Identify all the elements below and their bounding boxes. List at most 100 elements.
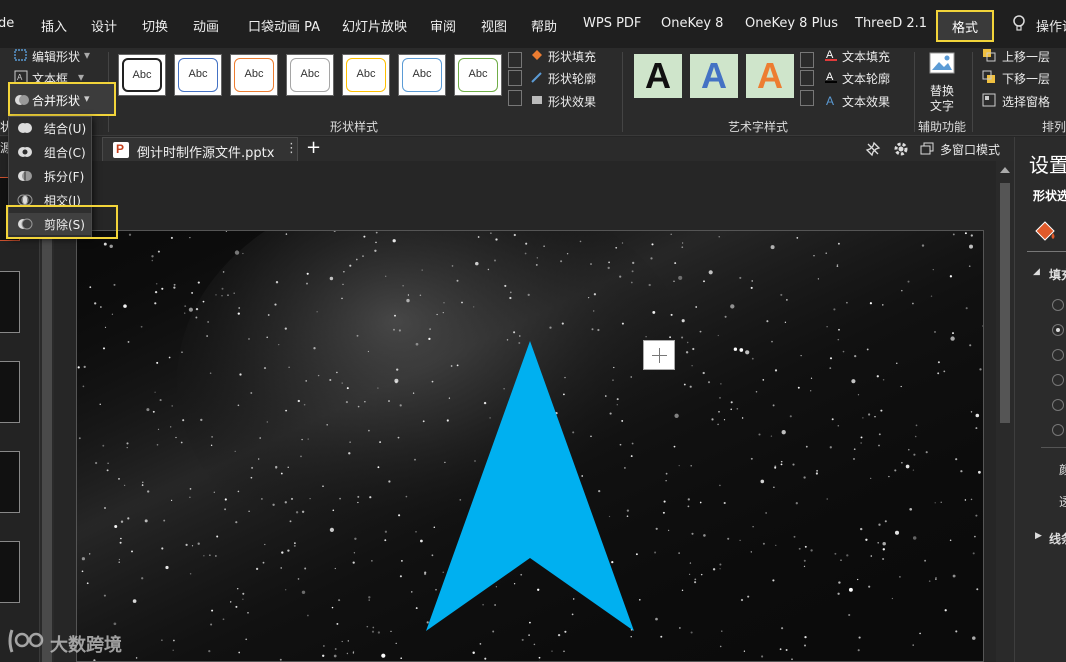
line-section-arrow[interactable]: ▶ xyxy=(1035,531,1042,541)
gallery-scroll-down[interactable] xyxy=(508,70,522,86)
pane-divider xyxy=(1027,251,1066,252)
wordart-style-blue[interactable]: A xyxy=(690,54,738,98)
line-section-header[interactable]: 线条 xyxy=(1049,530,1066,547)
tab-animations[interactable]: 动画 xyxy=(193,16,219,35)
tab-help[interactable]: 帮助 xyxy=(531,16,557,35)
arrow-shape[interactable] xyxy=(77,231,984,662)
slide-thumbnail[interactable] xyxy=(0,271,20,333)
fill-section-header[interactable]: 填充 xyxy=(1049,266,1066,283)
send-backward-button[interactable]: 下移一层 xyxy=(1002,70,1050,87)
slide-thumbnail[interactable] xyxy=(0,361,20,423)
slide-thumbnail[interactable] xyxy=(0,451,20,513)
tab-review[interactable]: 审阅 xyxy=(430,16,456,35)
gallery-expand[interactable] xyxy=(508,90,522,106)
fill-option-radio[interactable] xyxy=(1052,399,1064,411)
bring-forward-button[interactable]: 上移一层 xyxy=(1002,48,1050,65)
shape-style-thumb[interactable]: Abc xyxy=(230,54,278,96)
edit-shape-button[interactable]: 编辑形状 xyxy=(32,48,80,65)
fill-option-radio[interactable] xyxy=(1052,424,1064,436)
shape-style-thumb[interactable]: Abc xyxy=(118,54,166,96)
shape-effects-icon xyxy=(532,96,542,104)
text-outline-button[interactable]: 文本轮廓 xyxy=(842,70,890,87)
document-tab-bar: 倒计时制作源文件.pptx ⋮ + 多窗口模式 xyxy=(92,137,1014,161)
wordart-group-label: 艺术字样式 xyxy=(728,120,789,134)
edit-shape-dropdown-arrow[interactable]: ▾ xyxy=(84,48,90,62)
fill-option-radio[interactable] xyxy=(1052,374,1064,386)
shape-effects-button[interactable]: 形状效果 xyxy=(548,93,596,110)
tab-wps-pdf[interactable]: WPS PDF xyxy=(583,16,641,31)
shape-style-thumb[interactable]: Abc xyxy=(342,54,390,96)
color-label: 颜 xyxy=(1059,463,1066,477)
tab-more-icon[interactable]: ⋮ xyxy=(285,141,298,156)
crosshair-cursor-icon xyxy=(643,340,675,370)
text-outline-icon: A xyxy=(825,71,837,83)
multi-window-mode-button[interactable]: 多窗口模式 xyxy=(940,141,1000,158)
fill-option-radio[interactable] xyxy=(1052,349,1064,361)
tab-transitions[interactable]: 切换 xyxy=(142,16,168,35)
document-tab-title: 倒计时制作源文件.pptx xyxy=(137,146,275,161)
slide-canvas[interactable] xyxy=(76,230,984,662)
ribbon: 编辑形状 ▾ A 文本框 ▾ 状 Abc Abc Abc Abc Abc Abc… xyxy=(0,48,1066,136)
menu-item-combine[interactable]: 组合(C) xyxy=(9,141,91,163)
shape-style-thumb[interactable]: Abc xyxy=(174,54,222,96)
text-fill-button[interactable]: 文本填充 xyxy=(842,48,890,65)
tell-me-box[interactable]: 操作说 xyxy=(1010,14,1066,35)
pin-icon[interactable] xyxy=(864,140,882,158)
merge-shapes-icon xyxy=(15,95,29,105)
tab-threed[interactable]: ThreeD 2.1 xyxy=(855,16,927,31)
tab-view[interactable]: 视图 xyxy=(481,16,507,35)
shape-style-sample: Abc xyxy=(122,58,162,92)
tab-format-label: 格式 xyxy=(951,21,978,36)
ribbon-separator xyxy=(622,52,623,132)
canvas-scrollbar-thumb[interactable] xyxy=(1000,183,1010,423)
merge-shapes-dropdown-arrow: ▾ xyxy=(84,92,90,105)
menu-item-fragment[interactable]: 拆分(F) xyxy=(9,165,91,187)
wordart-style-orange[interactable]: A xyxy=(746,54,794,98)
tab-slide-show-partial[interactable]: de xyxy=(0,16,14,31)
accessibility-group-label: 辅助功能 xyxy=(918,120,967,134)
ribbon-separator xyxy=(914,52,915,132)
send-backward-icon xyxy=(982,70,995,83)
tab-insert[interactable]: 插入 xyxy=(41,16,67,35)
selection-pane-button[interactable]: 选择窗格 xyxy=(1002,93,1050,110)
powerpoint-file-icon xyxy=(113,142,129,158)
combine-icon xyxy=(18,147,32,157)
shape-style-thumb[interactable]: Abc xyxy=(286,54,334,96)
slide-thumbnail[interactable] xyxy=(0,541,20,603)
transparency-label: 透 xyxy=(1059,495,1066,509)
fill-section-arrow[interactable]: ◢ xyxy=(1033,267,1040,277)
fragment-icon xyxy=(18,171,32,181)
merge-shapes-button[interactable]: 合并形状 ▾ xyxy=(8,82,116,116)
gallery-scroll-up[interactable] xyxy=(508,52,522,68)
document-tab[interactable]: 倒计时制作源文件.pptx ⋮ xyxy=(102,137,298,161)
format-pane-title: 设置 xyxy=(1029,153,1066,177)
tab-slideshow[interactable]: 幻灯片放映 xyxy=(342,16,407,35)
shape-fill-button[interactable]: 形状填充 xyxy=(548,48,596,65)
tab-onekey8[interactable]: OneKey 8 xyxy=(661,16,723,31)
add-tab-icon[interactable]: + xyxy=(306,138,321,158)
text-fill-icon: A xyxy=(825,49,837,61)
fill-option-radio[interactable] xyxy=(1052,324,1064,336)
fill-line-icon[interactable] xyxy=(1033,219,1059,243)
canvas-vertical-scrollbar[interactable] xyxy=(996,161,1014,662)
shape-style-thumb[interactable]: Abc xyxy=(454,54,502,96)
tab-pocket-animation[interactable]: 口袋动画 PA xyxy=(248,16,320,35)
fill-option-radio[interactable] xyxy=(1052,299,1064,311)
tab-format[interactable]: 格式 xyxy=(936,10,994,42)
text-effects-button[interactable]: 文本效果 xyxy=(842,93,890,110)
ribbon-separator xyxy=(972,52,973,132)
tab-design[interactable]: 设计 xyxy=(91,16,117,35)
wordart-style-black[interactable]: A xyxy=(634,54,682,98)
shape-outline-button[interactable]: 形状轮廓 xyxy=(548,70,596,87)
gear-icon[interactable] xyxy=(892,140,910,158)
format-pane-subtitle[interactable]: 形状选 xyxy=(1033,187,1066,204)
union-icon xyxy=(18,123,32,133)
shape-style-thumb[interactable]: Abc xyxy=(398,54,446,96)
wordart-scroll-up[interactable] xyxy=(800,52,814,68)
scroll-up-arrow[interactable] xyxy=(1000,167,1010,173)
menu-item-union[interactable]: 结合(U) xyxy=(9,117,91,139)
wordart-scroll-down[interactable] xyxy=(800,70,814,86)
wordart-expand[interactable] xyxy=(800,90,814,106)
alt-text-button-line2[interactable]: 文字 xyxy=(930,97,954,114)
tab-onekey8-plus[interactable]: OneKey 8 Plus xyxy=(745,16,838,31)
